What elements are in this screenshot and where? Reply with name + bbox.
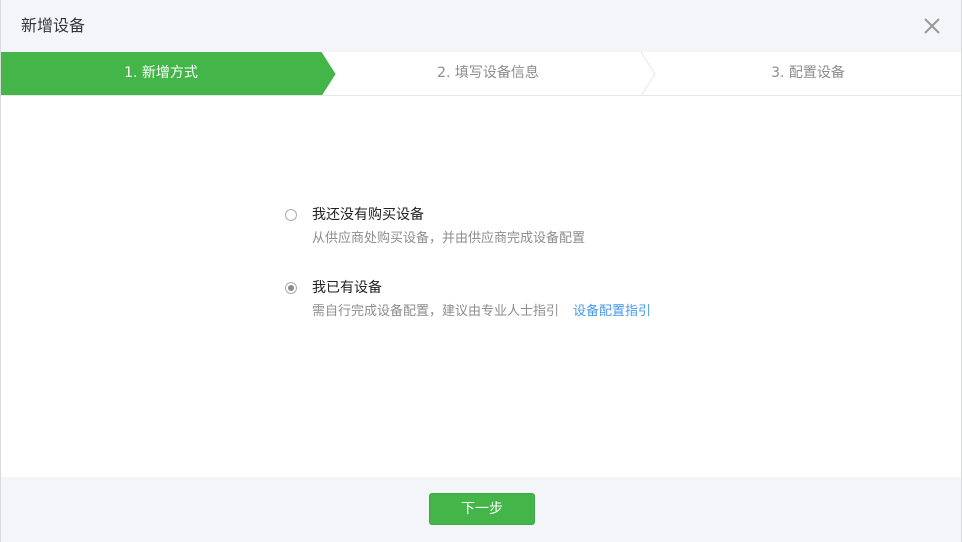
step-progress-bar: 1. 新增方式 2. 填写设备信息 3. 配置设备 (1, 52, 961, 96)
dialog-title: 新增设备 (21, 16, 86, 35)
device-config-guide-link[interactable]: 设备配置指引 (573, 304, 651, 319)
step-2-label: 2. 填写设备信息 (437, 65, 539, 81)
dialog-body: 我还没有购买设备 从供应商处购买设备，并由供应商完成设备配置 我已有设备 需自行… (1, 97, 961, 477)
add-device-dialog: 新增设备 1. 新增方式 2. 填写设备信息 3. 配置设备 我还没有购买设备 … (0, 0, 962, 542)
close-button[interactable] (921, 15, 943, 37)
option-have-device-title: 我已有设备 (312, 280, 382, 296)
dialog-header: 新增设备 (1, 0, 961, 52)
option-have-device-description: 需自行完成设备配置，建议由专业人士指引 (312, 304, 560, 319)
close-icon (924, 18, 940, 34)
option-no-device-description: 从供应商处购买设备，并由供应商完成设备配置 (312, 231, 586, 246)
radio-no-device[interactable] (285, 209, 297, 221)
next-step-button[interactable]: 下一步 (429, 493, 535, 525)
radio-have-device[interactable] (285, 282, 297, 294)
step-3-label: 3. 配置设备 (771, 65, 845, 81)
option-no-device-title: 我还没有购买设备 (312, 207, 424, 223)
dialog-footer: 下一步 (1, 477, 961, 542)
option-have-device-description-row: 需自行完成设备配置，建议由专业人士指引 设备配置指引 (312, 303, 651, 321)
step-3-separator (640, 52, 656, 95)
step-1-label: 1. 新增方式 (124, 65, 198, 81)
